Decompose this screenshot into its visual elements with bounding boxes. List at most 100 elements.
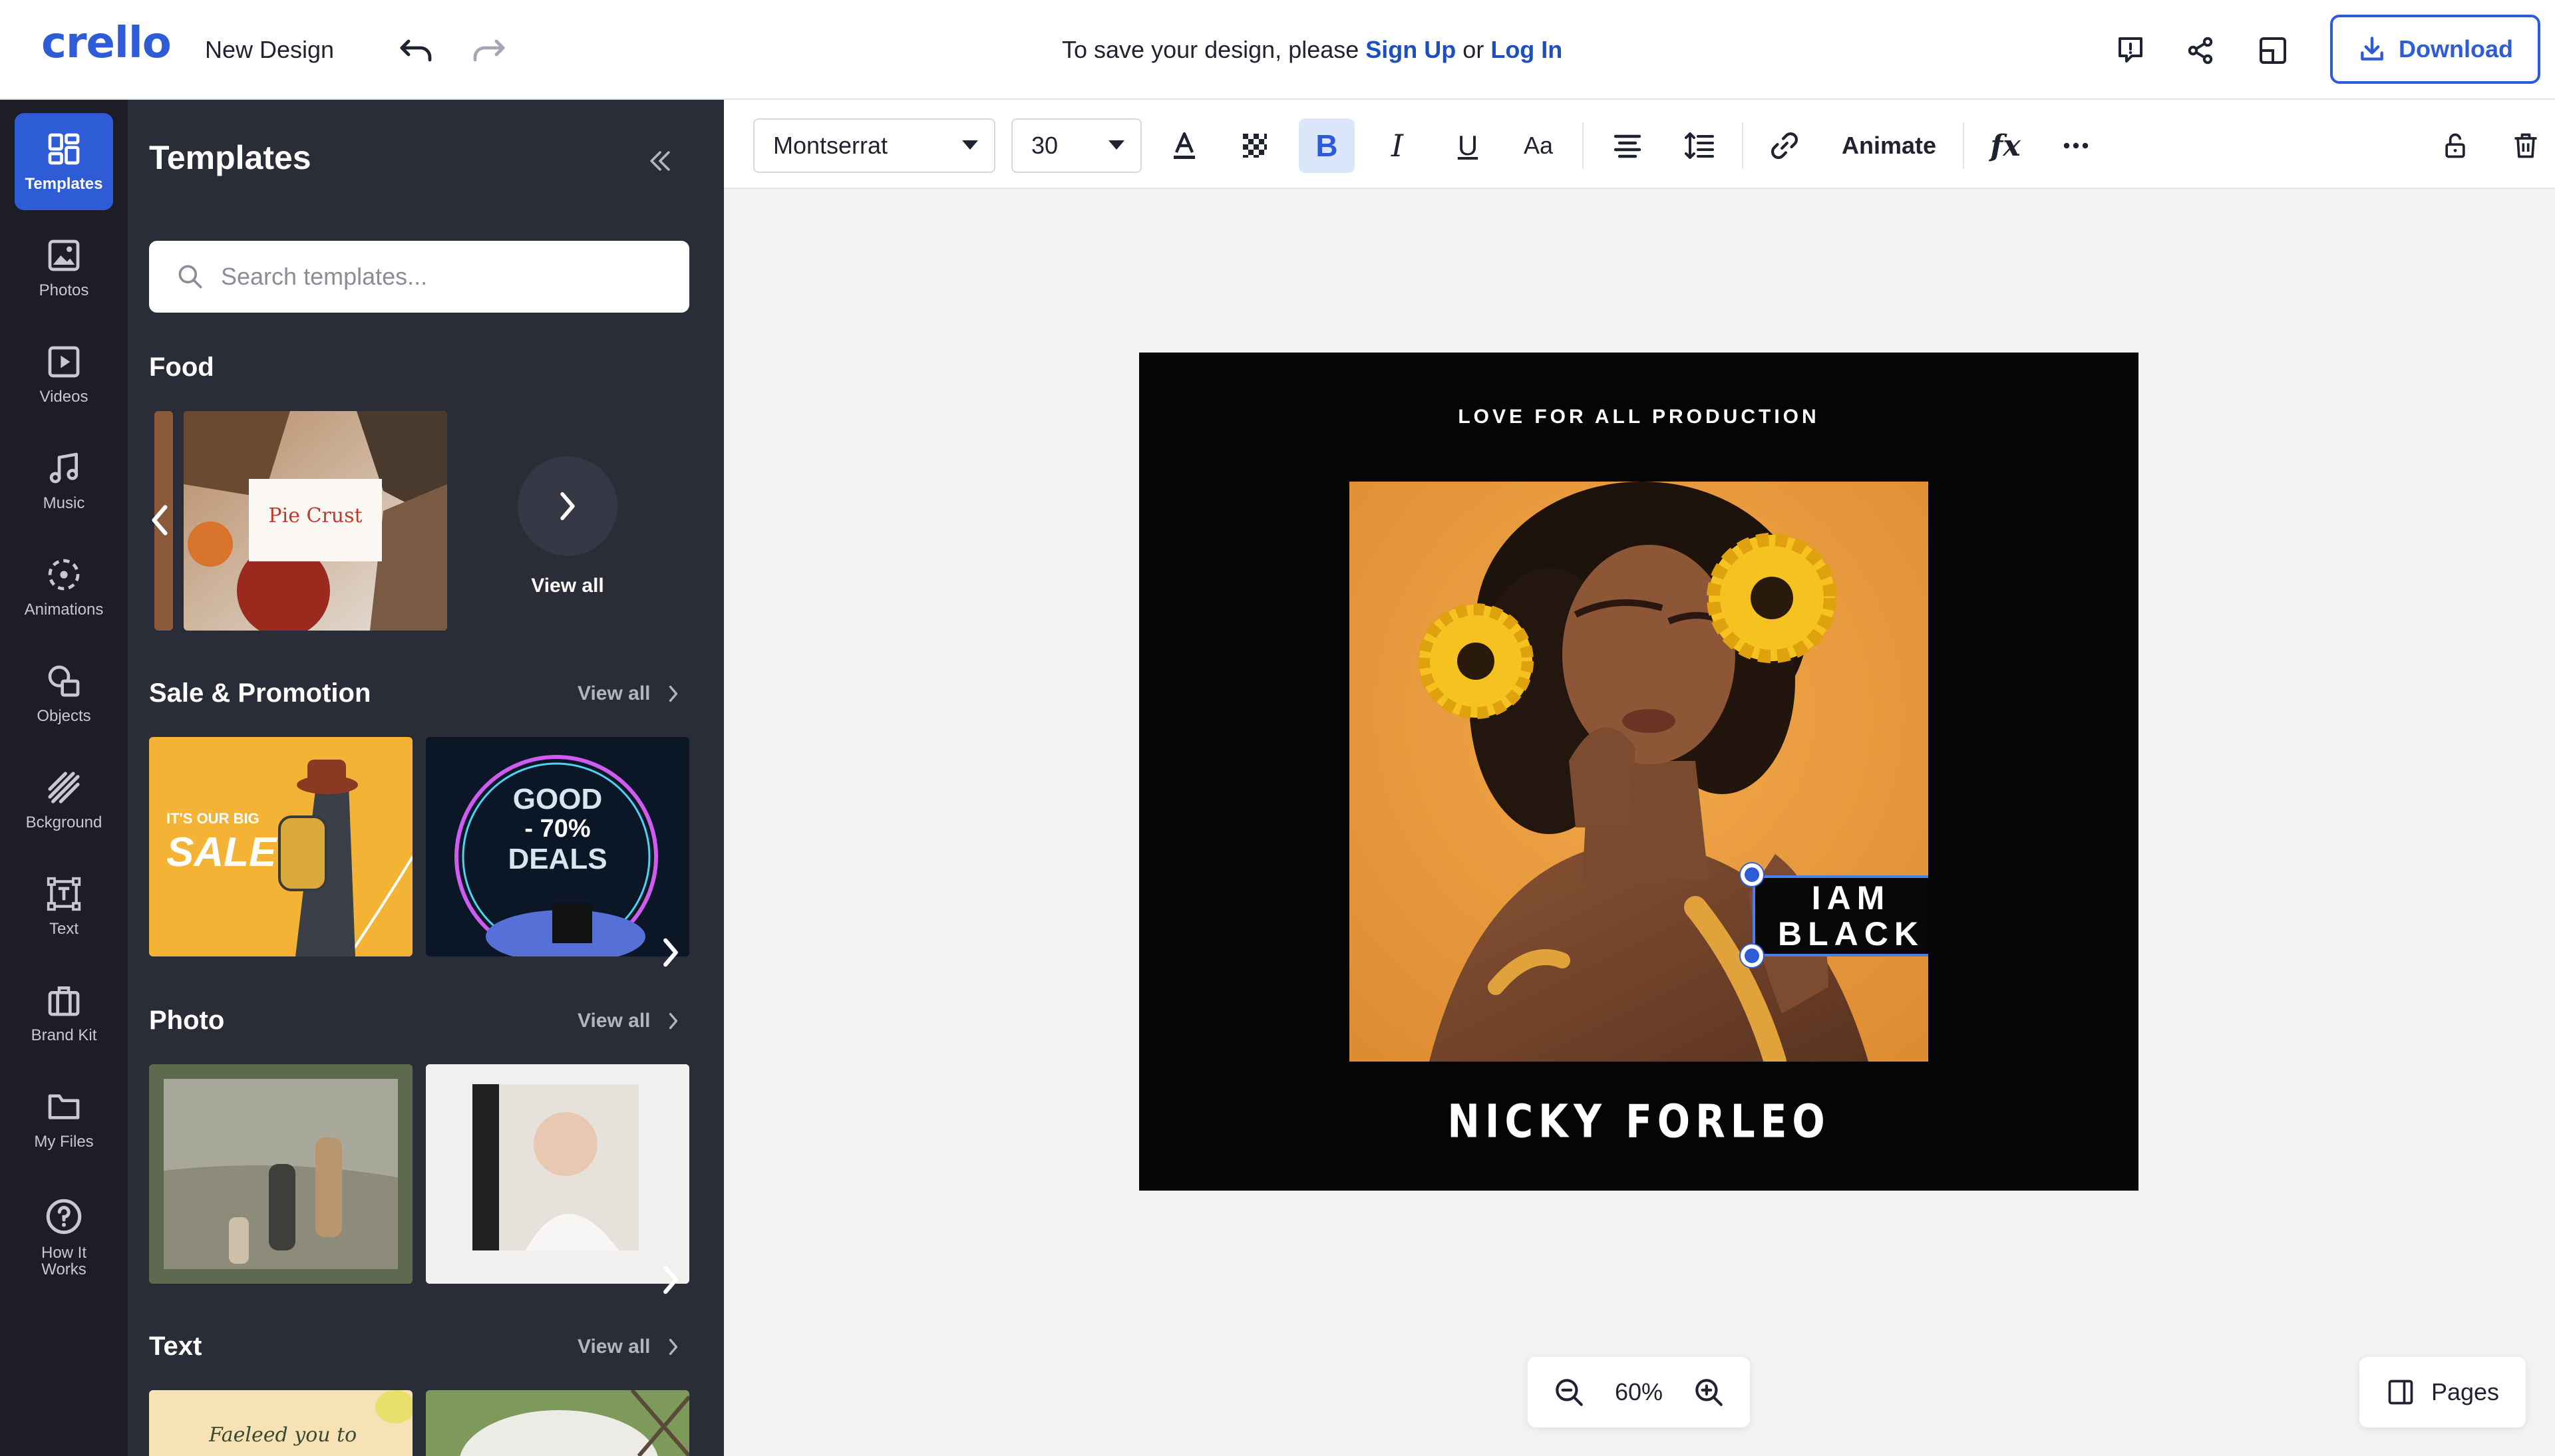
- more-options-button[interactable]: [2048, 118, 2104, 173]
- rail-item-brand-kit[interactable]: Brand Kit: [15, 964, 113, 1062]
- photo-template-baby[interactable]: [426, 1064, 689, 1284]
- portrait-photo-art: [1349, 482, 1928, 1062]
- italic-button[interactable]: I: [1369, 118, 1425, 173]
- rail-item-photos[interactable]: Photos: [15, 219, 113, 317]
- text-thumb-2-art: [426, 1390, 689, 1456]
- rail-label: How It Works: [41, 1243, 86, 1278]
- pages-button[interactable]: Pages: [2359, 1357, 2526, 1427]
- rail-label: Templates: [25, 175, 103, 194]
- rail-label: Objects: [37, 707, 91, 726]
- underline-button[interactable]: U: [1440, 118, 1496, 173]
- zoom-in-button[interactable]: [1687, 1371, 1730, 1413]
- double-chevron-left-icon: [650, 151, 670, 171]
- rail-item-music[interactable]: Music: [15, 432, 113, 529]
- zoom-out-button[interactable]: [1548, 1371, 1590, 1413]
- font-family-select[interactable]: Montserrat: [753, 118, 995, 173]
- spacing-button[interactable]: [1671, 118, 1727, 173]
- section-title-photo: Photo: [149, 1006, 225, 1035]
- toolbar-divider: [1742, 122, 1743, 169]
- photo-view-all[interactable]: View all: [578, 1010, 680, 1032]
- sale-template-backpack[interactable]: IT'S OUR BIG SALE: [149, 737, 413, 956]
- help-icon: [46, 1199, 82, 1235]
- resize-handle-bottom-left[interactable]: [1741, 945, 1763, 967]
- font-size-select[interactable]: 30: [1011, 118, 1142, 173]
- link-button[interactable]: [1757, 118, 1812, 173]
- deals-line-3: DEALS: [508, 843, 607, 876]
- letter-case-button[interactable]: Aa: [1510, 118, 1566, 173]
- sale-view-all[interactable]: View all: [578, 682, 680, 705]
- photo-scroll-right[interactable]: [651, 1246, 691, 1313]
- deals-line-2: - 70%: [524, 815, 591, 843]
- rail-item-background[interactable]: Bckground: [15, 752, 113, 849]
- baby-thumb-art: [426, 1064, 689, 1284]
- photo-template-family[interactable]: [149, 1064, 413, 1284]
- more-horizontal-icon: [2063, 142, 2089, 149]
- rail-item-how-it-works[interactable]: How It Works: [15, 1177, 113, 1297]
- food-next-button[interactable]: [518, 456, 617, 556]
- save-message: To save your design, please Sign Up or L…: [1062, 36, 1562, 64]
- deals-line-1: GOOD: [512, 783, 603, 815]
- redo-button[interactable]: [467, 29, 510, 72]
- lock-button[interactable]: [2427, 118, 2483, 173]
- selected-text-box[interactable]: IAM BLACK: [1753, 875, 1928, 956]
- sign-up-link[interactable]: Sign Up: [1365, 36, 1456, 63]
- undo-button[interactable]: [395, 29, 438, 72]
- collapse-panel-button[interactable]: [639, 140, 681, 182]
- bold-button[interactable]: B: [1299, 118, 1355, 173]
- share-button[interactable]: [2180, 29, 2222, 72]
- caret-down-icon: [962, 140, 978, 150]
- music-icon: [49, 453, 79, 484]
- search-input[interactable]: [221, 263, 673, 291]
- animate-button[interactable]: Animate: [1842, 118, 1936, 173]
- crello-logo[interactable]: crello: [41, 19, 172, 68]
- text-thumb-preview: Faeleed you to: [209, 1423, 357, 1447]
- search-box[interactable]: [149, 241, 689, 313]
- food-template-pie-crust[interactable]: Pie Crust: [184, 411, 447, 631]
- line-spacing-icon: [1685, 132, 1714, 159]
- rail-item-text[interactable]: Text: [15, 858, 113, 955]
- rail-item-my-files[interactable]: My Files: [15, 1071, 113, 1168]
- text-template-2[interactable]: [426, 1390, 689, 1456]
- chevron-right-icon: [669, 1338, 677, 1356]
- align-button[interactable]: [1600, 118, 1655, 173]
- effects-button[interactable]: fx: [1977, 118, 2033, 173]
- design-name[interactable]: New Design: [205, 36, 334, 64]
- chevron-right-icon: [669, 1012, 677, 1030]
- food-scroll-left[interactable]: [141, 487, 178, 553]
- resize-button[interactable]: [2252, 29, 2294, 72]
- log-in-link[interactable]: Log In: [1490, 36, 1562, 63]
- selected-text-line-2: BLACK: [1778, 915, 1924, 952]
- rail-item-templates[interactable]: Templates: [15, 113, 113, 210]
- rail-item-objects[interactable]: Objects: [15, 645, 113, 742]
- artboard-name[interactable]: NICKY FORLEO: [1139, 1095, 2138, 1148]
- delete-button[interactable]: [2498, 118, 2554, 173]
- sale-scroll-right[interactable]: [651, 919, 691, 986]
- text-view-all[interactable]: View all: [578, 1336, 680, 1358]
- resize-handle-top-left[interactable]: [1741, 863, 1763, 886]
- rail-item-videos[interactable]: Videos: [15, 326, 113, 423]
- text-template-1[interactable]: Faeleed you to: [149, 1390, 413, 1456]
- artboard-photo[interactable]: IAM BLACK: [1349, 482, 1928, 1062]
- sale-template-good-deals[interactable]: GOOD - 70% DEALS: [426, 737, 689, 956]
- section-title-text: Text: [149, 1332, 202, 1361]
- videos-icon: [48, 347, 80, 378]
- design-artboard[interactable]: LOVE FOR ALL PRODUCTION IAM BLACK NICKY …: [1139, 353, 2138, 1191]
- deals-text: GOOD - 70% DEALS: [426, 783, 689, 876]
- food-view-all[interactable]: View all: [518, 575, 617, 597]
- toolbar-divider: [1963, 122, 1964, 169]
- text-icon: [47, 877, 81, 911]
- zoom-control: 60%: [1528, 1357, 1750, 1427]
- rail-label: My Files: [34, 1133, 94, 1151]
- artboard-subtitle[interactable]: LOVE FOR ALL PRODUCTION: [1139, 406, 2138, 428]
- text-color-button[interactable]: [1156, 118, 1212, 173]
- rail-label: Photos: [39, 281, 89, 300]
- rail-item-animations[interactable]: Animations: [15, 539, 113, 636]
- redo-icon: [473, 39, 505, 62]
- feedback-button[interactable]: [2109, 29, 2152, 72]
- feedback-icon: [2119, 37, 2142, 63]
- download-button[interactable]: Download: [2330, 15, 2540, 84]
- side-rail: Templates Photos Videos Music Animations: [0, 100, 128, 1456]
- view-all-label: View all: [578, 1336, 651, 1358]
- transparency-button[interactable]: [1227, 118, 1283, 173]
- view-all-label: View all: [578, 1010, 651, 1032]
